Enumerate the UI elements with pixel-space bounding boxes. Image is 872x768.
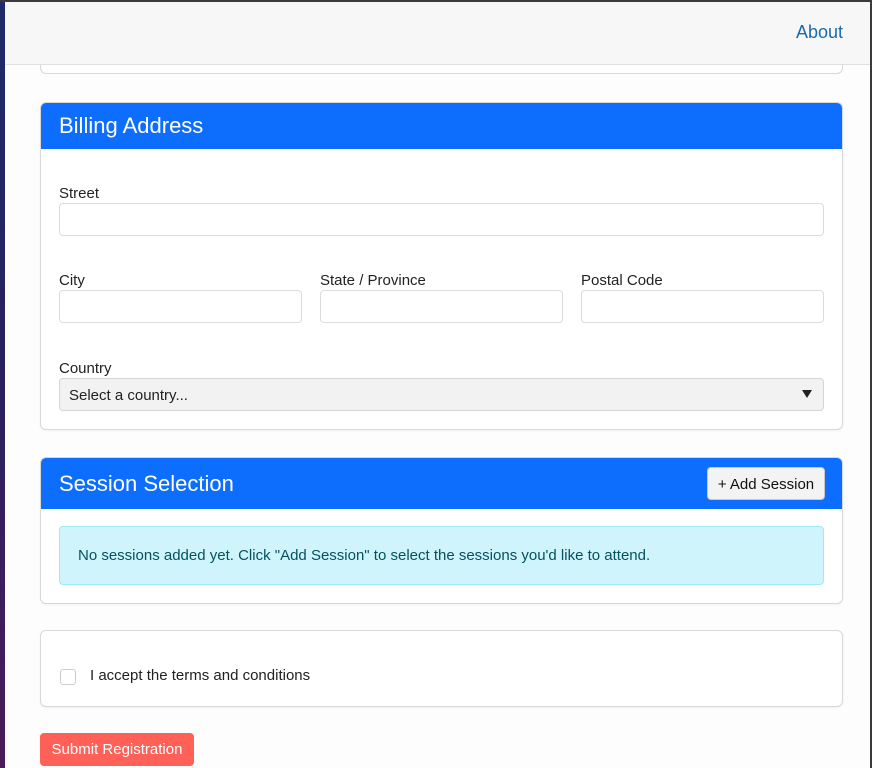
session-selection-header: Session Selection + Add Session [41,458,842,509]
top-navbar: About [5,2,870,65]
add-session-button[interactable]: + Add Session [707,467,825,500]
session-selection-title: Session Selection [59,471,234,496]
city-input[interactable] [59,290,302,323]
about-link[interactable]: About [796,22,843,43]
street-label: Street [59,185,100,202]
postal-code-input[interactable] [581,290,824,323]
state-input[interactable] [320,290,563,323]
terms-card: I accept the terms and conditions [40,630,843,707]
page-content: Billing Address Street City State / Prov… [5,0,870,768]
country-select[interactable]: Select a country... [59,378,824,411]
session-selection-card: Session Selection + Add Session No sessi… [40,457,843,604]
billing-address-title: Billing Address [59,113,204,138]
terms-checkbox[interactable] [60,669,76,685]
country-select-value: Select a country... [69,387,188,404]
submit-registration-button[interactable]: Submit Registration [40,733,194,766]
window-top-border [0,0,872,2]
postal-code-label: Postal Code [581,272,663,289]
no-sessions-alert: No sessions added yet. Click "Add Sessio… [59,526,824,585]
billing-address-card: Billing Address Street City State / Prov… [40,102,843,430]
billing-address-header: Billing Address [41,103,842,149]
city-label: City [59,272,85,289]
no-sessions-message: No sessions added yet. Click "Add Sessio… [78,547,651,564]
street-input[interactable] [59,203,824,236]
window-left-edge [0,0,5,768]
state-label: State / Province [320,272,426,289]
country-label: Country [59,360,112,377]
dropdown-arrow-icon [802,390,812,398]
terms-label[interactable]: I accept the terms and conditions [90,667,310,684]
